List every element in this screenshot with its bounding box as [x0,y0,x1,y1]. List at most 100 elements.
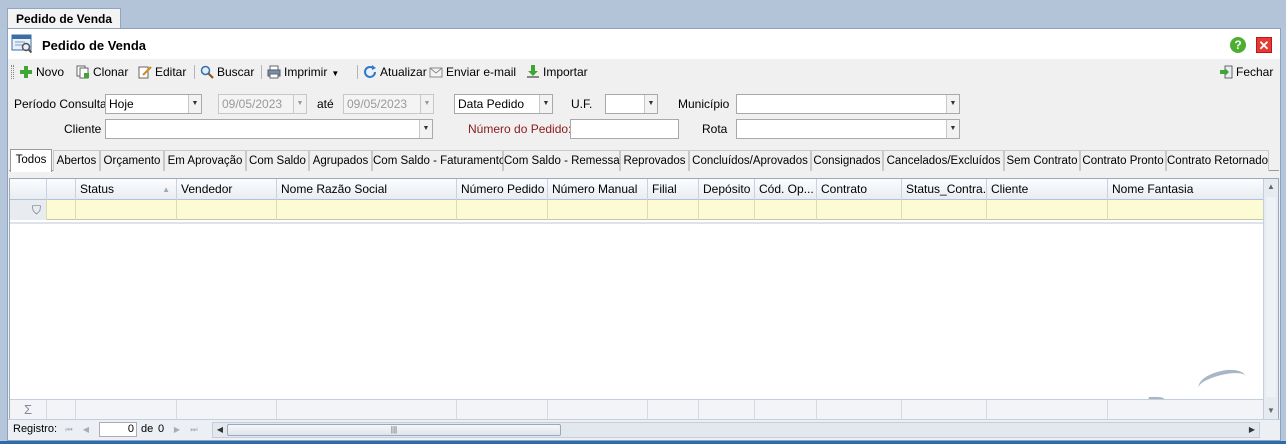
fechar-label: Fechar [1236,65,1274,79]
tab-em-aprovacao[interactable]: Em Aprovação [164,150,246,171]
status-tab-strip: Todos Abertos Orçamento Em Aprovação Com… [9,149,1279,172]
plus-icon [20,66,32,78]
filter-cell-numero-manual[interactable] [547,200,647,220]
tab-concluidos-aprovados[interactable]: Concluídos/Aprovados [689,150,811,171]
document-tab-pedido-de-venda[interactable]: Pedido de Venda [7,8,122,29]
date-from-picker[interactable]: 09/05/2023 ▼ [218,94,307,114]
tab-orcamento[interactable]: Orçamento [100,150,164,171]
filter-cell-nome-razao-social[interactable] [276,200,456,220]
uf-label: U.F. [571,97,593,111]
previous-record-icon[interactable]: ◀ [80,423,92,437]
column-header-contrato[interactable]: Contrato [816,179,901,200]
column-header-cliente[interactable]: Cliente [986,179,1107,200]
filter-cell-numero-pedido[interactable] [456,200,547,220]
tab-consignados[interactable]: Consignados [811,150,883,171]
window-title-bar: Pedido de Venda ? ✕ [8,29,1280,59]
edit-icon [138,66,152,79]
tab-todos[interactable]: Todos [10,149,52,172]
filter-cell-status[interactable] [75,200,176,220]
cliente-select[interactable]: ▼ [105,119,433,139]
summary-cell [176,400,276,419]
filter-cell[interactable] [46,200,75,220]
scroll-right-icon[interactable]: ▶ [1245,423,1259,437]
novo-button[interactable]: Novo [19,63,64,81]
filter-cell-nome-fantasia[interactable] [1107,200,1264,220]
enviar-email-label: Enviar e-mail [446,65,517,79]
rota-select[interactable]: ▼ [736,119,960,139]
buscar-button[interactable]: Buscar [200,63,254,81]
filter-cell-status-contrato[interactable] [901,200,986,220]
tab-sem-contrato[interactable]: Sem Contrato [1004,150,1080,171]
tab-reprovados[interactable]: Reprovados [620,150,689,171]
toolbar: Novo Clonar Editar Buscar Imprimir ▼ Atua… [8,60,1280,84]
help-button[interactable]: ? [1230,37,1246,53]
column-header-status-contrato[interactable]: Status_Contra... [901,179,986,200]
tab-abertos[interactable]: Abertos [53,150,100,171]
next-record-icon[interactable]: ▶ [171,423,183,437]
tab-cancelados-excluidos[interactable]: Cancelados/Excluídos [883,150,1004,171]
funnel-filter-icon[interactable]: ⛉ [10,200,46,220]
column-header-nome-fantasia[interactable]: Nome Fantasia [1107,179,1264,200]
toolbar-separator [261,65,262,79]
filter-cell-deposito[interactable] [698,200,754,220]
scroll-down-icon[interactable]: ▼ [1264,403,1278,419]
tab-com-saldo-faturamento[interactable]: Com Saldo - Faturamento [372,150,505,171]
editar-button[interactable]: Editar [138,63,186,81]
vertical-scroll-track[interactable] [1266,197,1276,397]
tab-agrupados[interactable]: Agrupados [309,150,372,171]
column-header-deposito[interactable]: Depósito [698,179,754,200]
atualizar-button[interactable]: Atualizar [363,63,427,81]
municipio-select[interactable]: ▼ [736,94,960,114]
imprimir-dropdown-button[interactable]: Imprimir ▼ [267,63,339,81]
fechar-button[interactable]: Fechar [1219,63,1273,81]
clone-document-icon [76,65,89,79]
grid-separator [10,222,1264,224]
last-record-icon[interactable]: ⏭ [188,423,200,437]
scroll-up-icon[interactable]: ▲ [1264,179,1278,195]
column-header-filial[interactable]: Filial [647,179,698,200]
horizontal-scroll-thumb[interactable]: ||| [227,424,561,436]
close-window-button[interactable]: ✕ [1256,37,1272,53]
editar-label: Editar [155,65,187,79]
pedido-venda-window: Pedido de Venda ? ✕ Novo Clonar Editar B… [7,28,1281,441]
clonar-button[interactable]: Clonar [76,63,128,81]
filter-cell-cod-op[interactable] [754,200,816,220]
column-header-cod-op[interactable]: Cód. Op... [754,179,816,200]
imprimir-label: Imprimir [284,65,328,79]
tab-contrato-pronto[interactable]: Contrato Pronto [1080,150,1166,171]
email-icon [429,67,443,78]
date-type-select[interactable]: Data Pedido ▼ [454,94,553,114]
dropdown-arrow-icon: ▼ [331,69,340,78]
tab-com-saldo[interactable]: Com Saldo [246,150,309,171]
filter-cell-cliente[interactable] [986,200,1107,220]
summary-cell [456,400,547,419]
numero-pedido-input[interactable] [570,119,679,139]
first-record-icon[interactable]: ⏮ [63,423,75,437]
tab-contrato-retornado[interactable]: Contrato Retornado [1166,150,1269,171]
date-to-picker[interactable]: 09/05/2023 ▼ [343,94,434,114]
registro-label: Registro: [13,423,58,435]
vertical-scrollbar[interactable]: ▲ ▼ [1263,179,1278,419]
column-header-numero-pedido[interactable]: Número Pedido [456,179,547,200]
chevron-down-icon: ▼ [293,95,306,113]
importar-button[interactable]: Importar [526,63,588,81]
importar-label: Importar [543,65,588,79]
column-header-status[interactable]: Status ▲ [75,179,176,200]
column-header-indicator[interactable] [10,179,46,200]
filter-cell-filial[interactable] [647,200,698,220]
chevron-down-icon: ▼ [644,95,657,113]
enviar-email-button[interactable]: Enviar e-mail [429,63,516,81]
record-number-input[interactable]: 0 [99,422,137,437]
column-header-vendedor[interactable]: Vendedor [176,179,276,200]
column-header-nome-razao-social[interactable]: Nome Razão Social [276,179,456,200]
filter-cell-vendedor[interactable] [176,200,276,220]
search-icon [200,65,214,79]
tab-com-saldo-remessa[interactable]: Com Saldo - Remessa [503,150,620,171]
periodo-consulta-select[interactable]: Hoje ▼ [105,94,202,114]
horizontal-scrollbar[interactable]: ◀ ||| ▶ [212,422,1260,438]
uf-select[interactable]: ▼ [605,94,658,114]
column-header-numero-manual[interactable]: Número Manual [547,179,647,200]
scroll-left-icon[interactable]: ◀ [213,423,227,437]
column-header-blank[interactable] [46,179,75,200]
filter-cell-contrato[interactable] [816,200,901,220]
